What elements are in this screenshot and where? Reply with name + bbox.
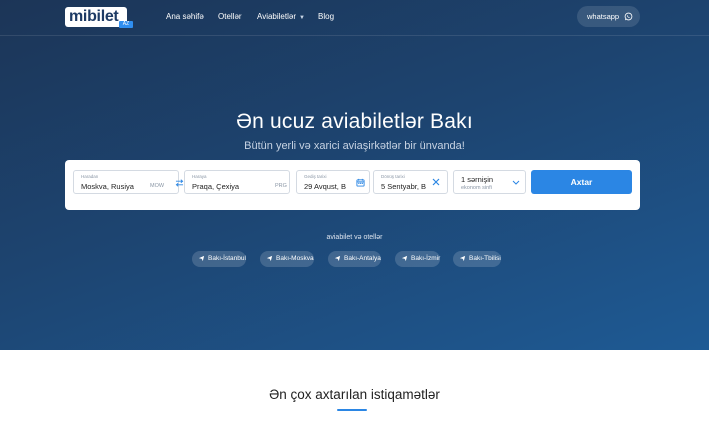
route-chip[interactable]: Bakı-Antalya xyxy=(328,251,381,267)
route-chip-label: Bakı-İzmir xyxy=(411,255,441,262)
whatsapp-label: whatsapp xyxy=(587,12,620,21)
mibilet-logo[interactable]: mibilet xyxy=(65,7,127,27)
to-code: PRG xyxy=(275,183,287,189)
from-code: MOW xyxy=(150,183,165,189)
calendar-icon[interactable] xyxy=(356,178,365,187)
nav-blog[interactable]: Blog xyxy=(318,12,334,21)
plane-icon xyxy=(459,255,466,262)
nav-flights[interactable]: Aviabiletlər ▼ xyxy=(257,12,305,21)
route-chip[interactable]: Bakı-Moskva xyxy=(260,251,314,267)
from-field[interactable]: Haradan Moskva, Rusiya MOW xyxy=(73,170,184,194)
return-value: 5 Sentyabr, B xyxy=(381,182,427,191)
nav-flights-label: Aviabiletlər xyxy=(257,12,296,21)
whatsapp-button[interactable]: whatsapp xyxy=(577,6,640,27)
popular-routes-title: aviabilet və otellər xyxy=(326,234,383,241)
whatsapp-icon xyxy=(624,12,633,21)
plane-icon xyxy=(401,255,408,262)
hero-subtitle: Bütün yerli və xarici aviaşirkətlər bir … xyxy=(244,140,465,152)
swap-icon[interactable] xyxy=(175,179,184,187)
plane-icon xyxy=(334,255,341,262)
route-chip[interactable]: Bakı-İstanbul xyxy=(192,251,246,267)
chevron-down-icon: ▼ xyxy=(298,15,305,21)
return-label: Dönüş tarixi xyxy=(381,174,405,179)
to-label: Haraya xyxy=(192,174,207,179)
hero-title: Ən ucuz aviabiletlər Bakı xyxy=(236,110,473,133)
flight-search-form: Haradan Moskva, Rusiya MOW Haraya Praqa,… xyxy=(65,160,640,210)
passenger-selector[interactable]: 1 sərnişin ekonom sinfi xyxy=(453,170,526,194)
route-chip-label: Bakı-Moskva xyxy=(276,255,314,262)
close-icon[interactable] xyxy=(431,177,441,187)
depart-value: 29 Avqust, B xyxy=(304,182,346,191)
passenger-count: 1 sərnişin xyxy=(461,175,494,184)
top-navbar: mibilet AZ Ana səhifə Otellər Aviabiletl… xyxy=(0,0,709,36)
depart-date-field[interactable]: Gediş tarixi 29 Avqust, B xyxy=(296,170,370,194)
return-date-field[interactable]: Dönüş tarixi 5 Sentyabr, B xyxy=(373,170,448,194)
route-chip-label: Bakı-Antalya xyxy=(344,255,381,262)
cabin-class: ekonom sinfi xyxy=(461,185,492,191)
heading-underline xyxy=(337,409,367,411)
plane-icon xyxy=(198,255,205,262)
hero-section: mibilet AZ Ana səhifə Otellər Aviabiletl… xyxy=(0,0,709,350)
route-chip[interactable]: Bakı-Tbilisi xyxy=(453,251,501,267)
from-value: Moskva, Rusiya xyxy=(81,182,134,191)
depart-label: Gediş tarixi xyxy=(304,174,327,179)
popular-destinations-heading: Ən çox axtarılan istiqamətlər xyxy=(269,387,440,402)
nav-hotels[interactable]: Otellər xyxy=(218,12,242,21)
logo-badge: AZ xyxy=(119,21,133,28)
to-field[interactable]: Haraya Praqa, Çexiya PRG xyxy=(184,170,290,194)
route-chip-label: Bakı-Tbilisi xyxy=(469,255,501,262)
from-label: Haradan xyxy=(81,174,99,179)
nav-home[interactable]: Ana səhifə xyxy=(166,12,204,21)
route-chip-label: Bakı-İstanbul xyxy=(208,255,246,262)
chevron-down-icon xyxy=(512,180,520,185)
search-button[interactable]: Axtar xyxy=(531,170,632,194)
route-chip[interactable]: Bakı-İzmir xyxy=(395,251,441,267)
to-value: Praqa, Çexiya xyxy=(192,182,240,191)
plane-icon xyxy=(266,255,273,262)
